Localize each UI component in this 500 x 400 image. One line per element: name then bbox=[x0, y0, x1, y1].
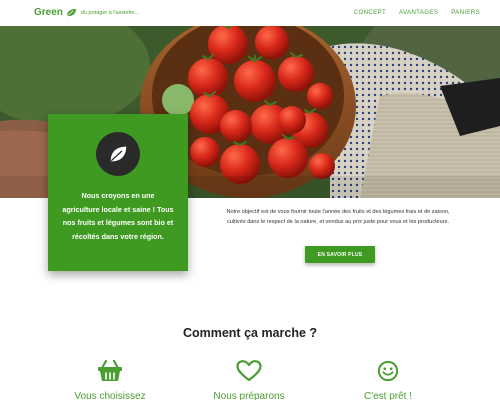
learn-more-button[interactable]: EN SAVOIR PLUS bbox=[305, 246, 375, 263]
step-prepare: Nous préparons bbox=[199, 360, 299, 400]
nav-link-concept[interactable]: CONCEPT bbox=[354, 9, 386, 16]
section-title: Comment ça marche ? bbox=[182, 326, 318, 340]
top-navbar: Green du potager à l'assiette... CONCEPT… bbox=[0, 0, 500, 26]
brand-tagline: du potager à l'assiette... bbox=[80, 9, 140, 16]
smiley-icon bbox=[377, 360, 399, 382]
brand-logo[interactable]: Green du potager à l'assiette... bbox=[34, 7, 139, 18]
leaf-icon bbox=[96, 132, 140, 176]
intro-paragraph: Notre objectif est de vous fournir toute… bbox=[226, 209, 450, 226]
heart-icon bbox=[236, 360, 262, 382]
mission-card: Nous croyons en une agriculture locale e… bbox=[48, 114, 188, 271]
nav-link-avantages[interactable]: AVANTAGES bbox=[399, 9, 438, 16]
step-prepare-label: Nous préparons bbox=[213, 391, 285, 400]
leaf-icon bbox=[66, 8, 76, 17]
basket-icon bbox=[98, 360, 122, 381]
nav-link-paniers[interactable]: PANIERS bbox=[451, 9, 480, 16]
mission-text: Nous croyons en une agriculture locale e… bbox=[62, 191, 174, 241]
step-choose: Vous choisissez bbox=[60, 360, 160, 400]
step-ready: C'est prêt ! bbox=[338, 360, 438, 400]
nav-links: CONCEPT AVANTAGES PANIERS bbox=[354, 9, 480, 16]
step-choose-label: Vous choisissez bbox=[74, 391, 146, 400]
brand-name: Green bbox=[34, 7, 63, 18]
step-ready-label: C'est prêt ! bbox=[363, 391, 413, 400]
